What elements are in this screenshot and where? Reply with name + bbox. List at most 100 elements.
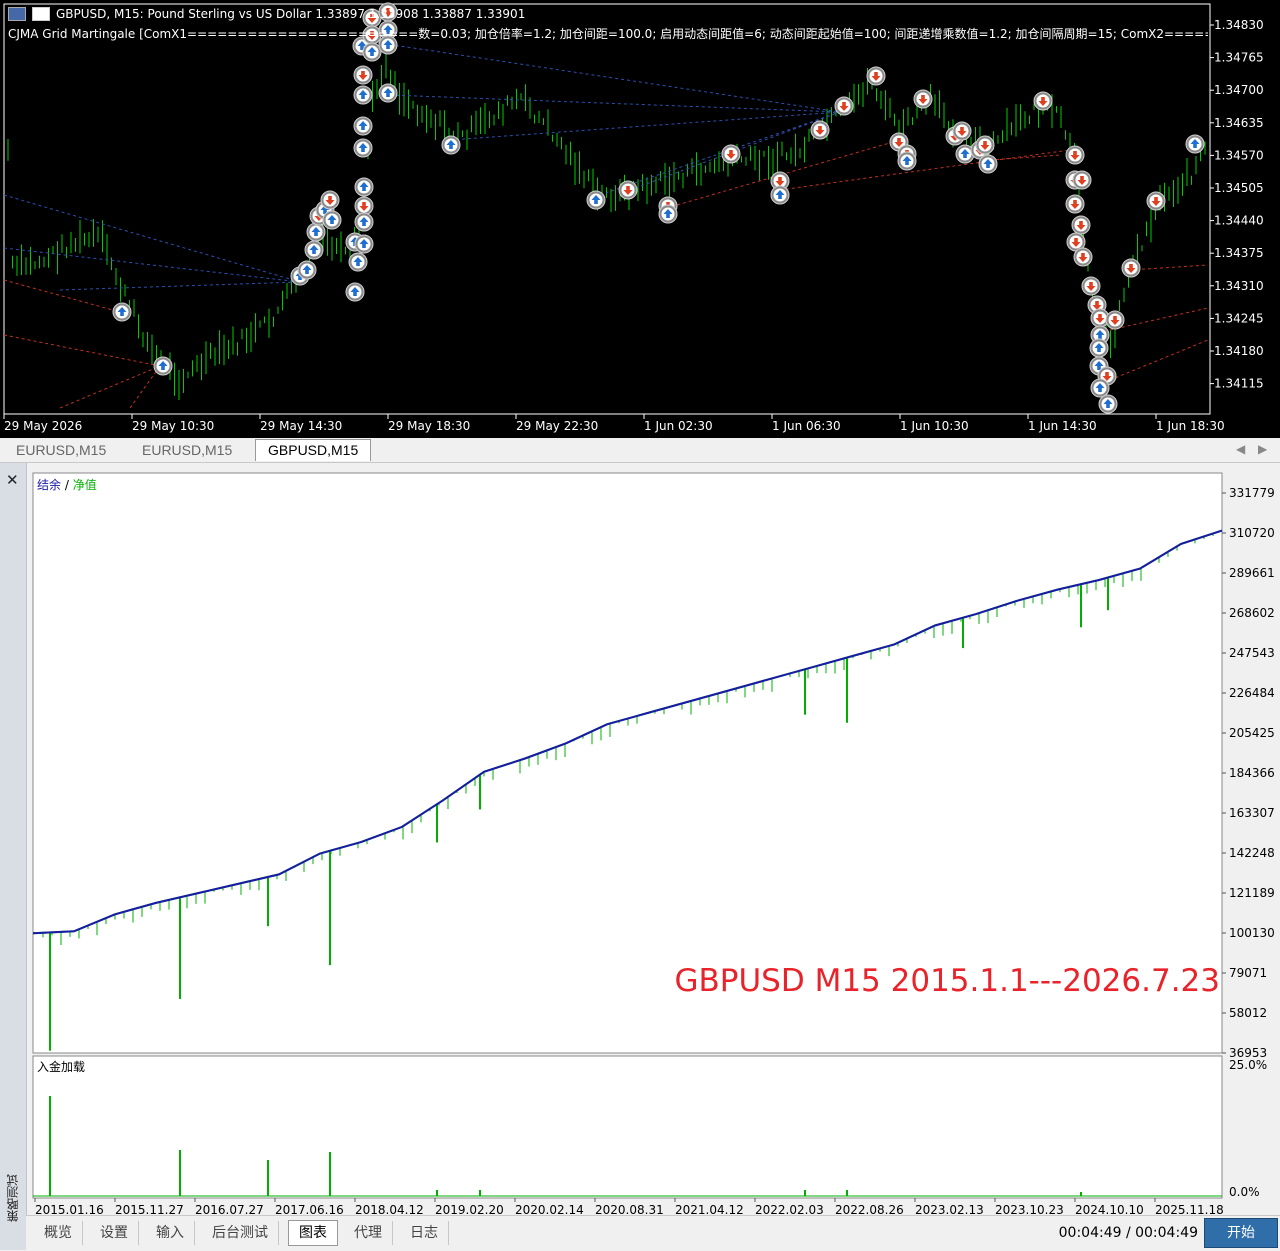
time-tick-label: 1 Jun 14:30: [1028, 419, 1097, 433]
x-tick-label: 2019.02.20: [435, 1203, 504, 1215]
buy-marker-icon: [304, 240, 324, 260]
tab-inputs[interactable]: 输入: [146, 1221, 195, 1245]
buy-marker-icon: [353, 138, 373, 158]
time-tick-label: 1 Jun 02:30: [644, 419, 713, 433]
grid-order-line: [1129, 264, 1209, 271]
price-tick-label: 1.34375: [1214, 246, 1264, 260]
price-tick-label: 1.34700: [1214, 83, 1264, 97]
sell-marker-icon: [320, 190, 340, 210]
price-chart[interactable]: 1.34830 1.34765 1.34700 1.34635 1.34570 1.345…: [0, 0, 1280, 438]
price-tick-label: 1.34505: [1214, 181, 1264, 195]
y-tick-label: 184366: [1229, 766, 1275, 780]
chart-tab-gbpusd[interactable]: GBPUSD,M15: [255, 439, 372, 461]
x-tick-label: 2025.11.18: [1155, 1203, 1224, 1215]
grid-order-line: [389, 94, 841, 113]
backtest-title: GBPUSD M15 2015.1.1---2026.7.23: [674, 963, 1221, 999]
y-tick-label: 121189: [1229, 886, 1275, 900]
y-tick-label: 289661: [1229, 566, 1275, 580]
chart-header: GBPUSD, M15: Pound Sterling vs US Dollar…: [8, 4, 1208, 44]
x-tick-label: 2022.08.26: [835, 1203, 904, 1215]
price-tick-label: 1.34245: [1214, 311, 1264, 325]
buy-marker-icon: [1098, 394, 1118, 414]
tab-overview[interactable]: 概览: [34, 1221, 83, 1245]
plot-frame: [3, 3, 1211, 415]
sell-marker-icon: [1033, 91, 1053, 111]
grid-order-line: [1109, 339, 1209, 381]
y-tick-label: 268602: [1229, 606, 1275, 620]
tabs-left-icon[interactable]: ◀: [1236, 442, 1245, 456]
start-button[interactable]: 开始: [1204, 1218, 1278, 1248]
chart-tab-eurusd-2[interactable]: EURUSD,M15: [130, 440, 244, 461]
chart-type-icon[interactable]: [32, 7, 50, 21]
buy-marker-icon: [306, 222, 326, 242]
y-tick-label: 331779: [1229, 486, 1275, 500]
buy-marker-icon: [354, 234, 374, 254]
tester-tabs: 概览 设置 输入 后台测试 图表 代理 日志 00:04:49 / 00:04:…: [26, 1215, 1280, 1251]
buy-marker-icon: [586, 190, 606, 210]
buy-marker-icon: [441, 135, 461, 155]
elapsed-timer: 00:04:49 / 00:04:49: [1058, 1225, 1198, 1241]
grid-order-line: [359, 39, 841, 113]
x-tick-label: 2020.02.14: [515, 1203, 584, 1215]
sell-marker-icon: [866, 66, 886, 86]
time-tick-label: 29 May 14:30: [260, 419, 342, 433]
chart-tab-eurusd-1[interactable]: EURUSD,M15: [4, 440, 118, 461]
sell-marker-icon: [913, 89, 933, 109]
sell-marker-icon: [618, 180, 638, 200]
price-tick-label: 1.34440: [1214, 214, 1264, 228]
sell-marker-icon: [1081, 276, 1101, 296]
balance-graph: 结余 / 净值 331779 310720 289661 268602 247543 226…: [32, 472, 1275, 1215]
sell-marker-icon: [1073, 247, 1093, 267]
time-tick-label: 29 May 22:30: [516, 419, 598, 433]
grid-order-line: [3, 194, 301, 283]
tab-agents[interactable]: 代理: [344, 1221, 393, 1245]
price-tick-label: 1.34115: [1214, 377, 1264, 391]
deposit-plot-area: [32, 1055, 1223, 1199]
x-tick-label: 2015.11.27: [115, 1203, 184, 1215]
deposit-tick-bottom: 0.0%: [1229, 1185, 1260, 1199]
tab-graph[interactable]: 图表: [288, 1220, 338, 1246]
y-tick-label: 79071: [1229, 966, 1267, 980]
price-tick-label: 1.34310: [1214, 279, 1264, 293]
price-tick-label: 1.34830: [1214, 18, 1264, 32]
x-tick-label: 2015.01.16: [35, 1203, 104, 1215]
sell-marker-icon: [1065, 194, 1085, 214]
sell-marker-icon: [834, 96, 854, 116]
x-tick-label: 2021.04.12: [675, 1203, 744, 1215]
x-tick-label: 2016.07.27: [195, 1203, 264, 1215]
buy-marker-icon: [1185, 134, 1205, 154]
sell-marker-icon: [952, 121, 972, 141]
buy-marker-icon: [112, 302, 132, 322]
buy-marker-icon: [353, 116, 373, 136]
x-tick-label: 2020.08.31: [595, 1203, 664, 1215]
grid-order-line: [1109, 307, 1209, 331]
chart-tabs: EURUSD,M15 EURUSD,M15 GBPUSD,M15 ◀ ▶: [0, 438, 1280, 463]
buy-marker-icon: [658, 204, 678, 224]
time-tick-label: 1 Jun 10:30: [900, 419, 969, 433]
sell-marker-icon: [1105, 310, 1125, 330]
graph-legend: 结余 / 净值: [37, 477, 97, 492]
tab-journal[interactable]: 日志: [400, 1221, 449, 1245]
time-tick-label: 29 May 2026: [4, 419, 82, 433]
tab-backtest[interactable]: 后台测试: [202, 1221, 279, 1245]
time-tick-label: 1 Jun 06:30: [772, 419, 841, 433]
sell-marker-icon: [354, 196, 374, 216]
y-tick-label: 163307: [1229, 806, 1275, 820]
time-tick-label: 1 Jun 18:30: [1156, 419, 1225, 433]
tab-settings[interactable]: 设置: [90, 1221, 139, 1245]
y-tick-label: 100130: [1229, 926, 1275, 940]
chart-menu-icon[interactable]: [8, 7, 26, 21]
buy-marker-icon: [348, 252, 368, 272]
sell-marker-icon: [1121, 258, 1141, 278]
price-tick-label: 1.34180: [1214, 344, 1264, 358]
buy-marker-icon: [353, 85, 373, 105]
buy-marker-icon: [378, 83, 398, 103]
buy-marker-icon: [297, 260, 317, 280]
sell-marker-icon: [1071, 215, 1091, 235]
grid-order-line: [59, 281, 301, 291]
sell-marker-icon: [1065, 145, 1085, 165]
deposit-tick-top: 25.0%: [1229, 1058, 1267, 1072]
price-tick-label: 1.34765: [1214, 51, 1264, 65]
x-tick-label: 2023.02.13: [915, 1203, 984, 1215]
tabs-right-icon[interactable]: ▶: [1258, 442, 1267, 456]
